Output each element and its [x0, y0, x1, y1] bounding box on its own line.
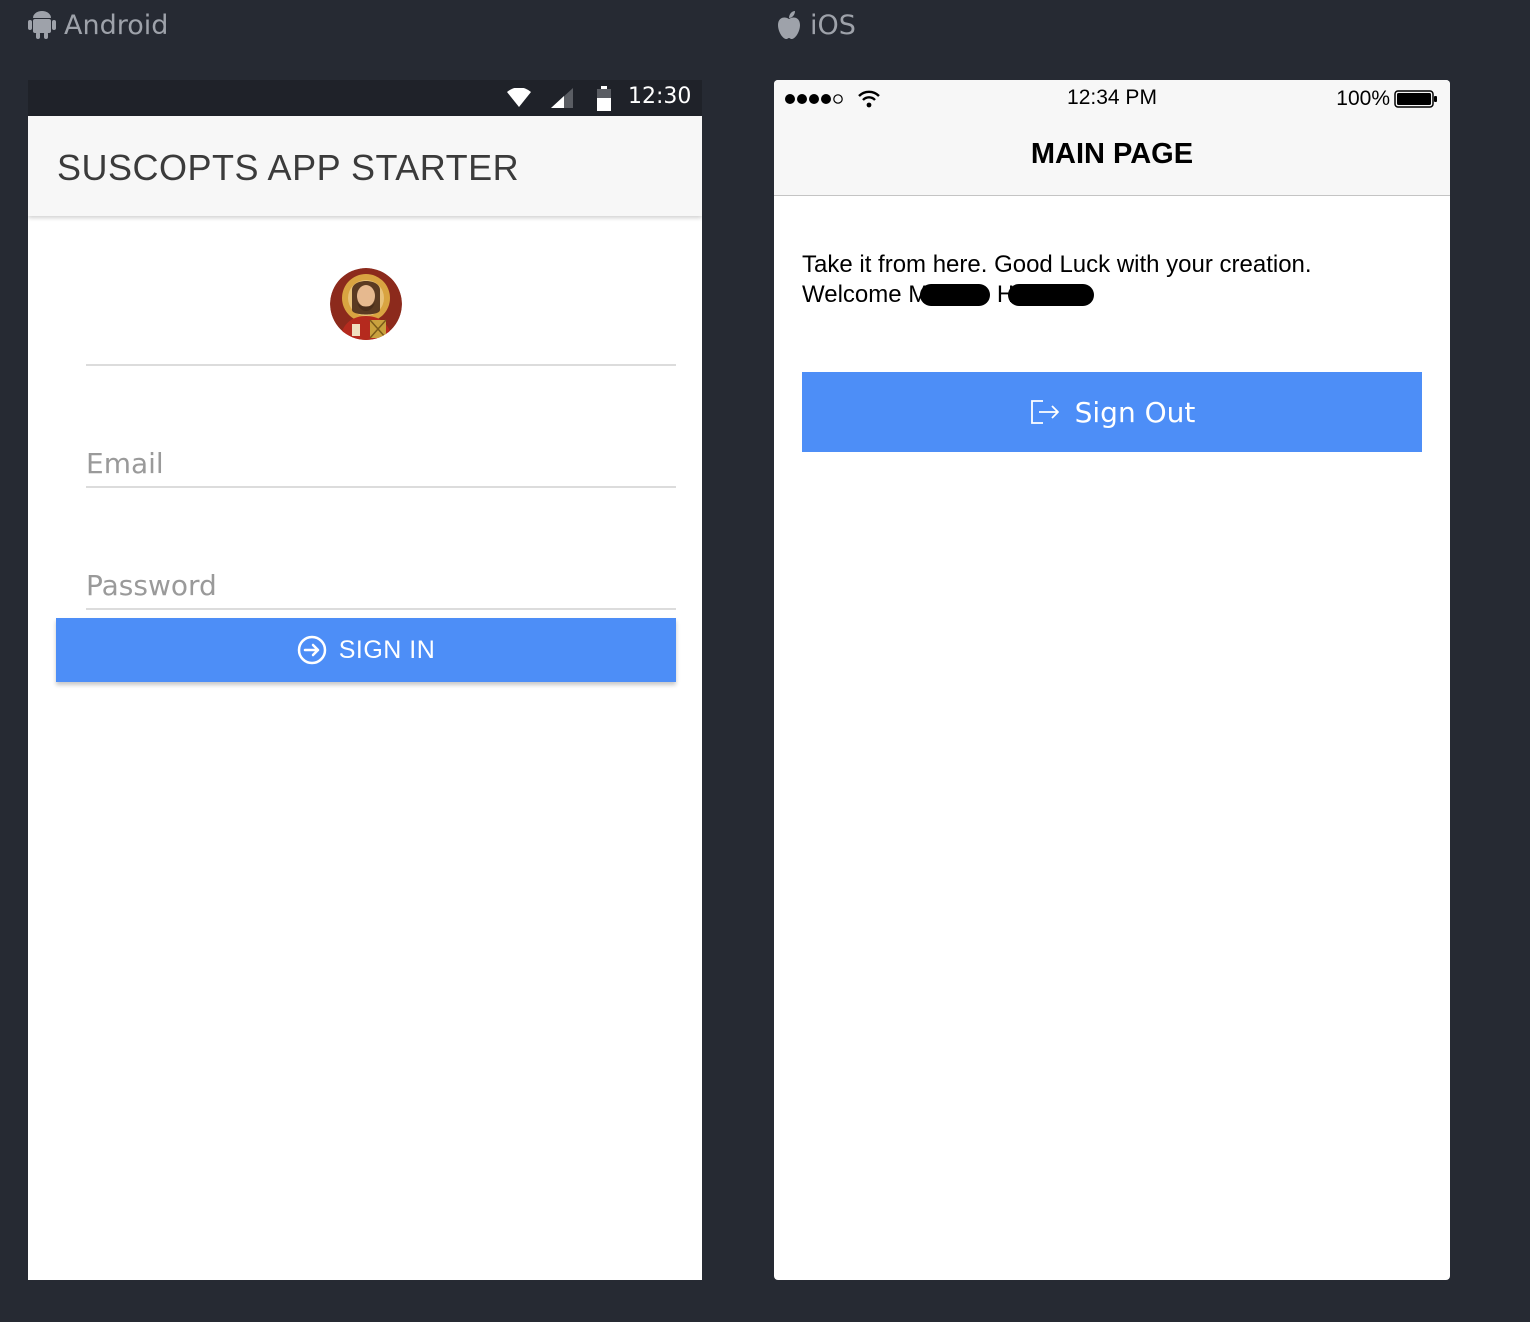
ios-label-text: iOS: [810, 9, 856, 41]
android-icon: [28, 11, 56, 39]
sign-out-label: Sign Out: [1074, 395, 1196, 429]
navbar-title: MAIN PAGE: [1030, 138, 1194, 170]
sign-out-icon: [1030, 400, 1059, 424]
message-line: Take it from here. Good Luck with your c…: [802, 251, 1312, 278]
android-toolbar: SUSCOPTS APP STARTER: [28, 116, 702, 216]
email-field-container: [86, 426, 676, 488]
android-platform-label: Android: [28, 8, 168, 42]
wifi-icon: [507, 88, 531, 107]
apple-icon: [778, 11, 800, 39]
android-label-text: Android: [64, 9, 169, 41]
android-device-screen: 12:30 SUSCOPTS APP STARTER SIGN IN: [28, 80, 702, 1280]
sign-in-icon: [297, 635, 326, 665]
email-input[interactable]: [86, 447, 676, 480]
password-input[interactable]: [86, 569, 676, 602]
cell-signal-icon: [551, 88, 573, 108]
password-field-container: [86, 548, 676, 610]
battery-icon: [597, 86, 611, 111]
app-logo-avatar: [330, 268, 402, 340]
ios-device-screen: 12:34 PM 100% MAIN PAGE Take it from her…: [774, 80, 1450, 1280]
sign-in-label: SIGN IN: [338, 635, 436, 664]
welcome-message: Take it from here. Good Luck with your c…: [802, 250, 1312, 310]
battery-percentage: 100%: [1336, 87, 1390, 110]
avatar-divider: [86, 364, 676, 366]
battery-icon: [1394, 90, 1437, 108]
sign-out-button[interactable]: Sign Out: [802, 372, 1422, 452]
redaction-mark: [920, 284, 991, 306]
ios-platform-label: iOS: [776, 8, 856, 42]
android-status-time: 12:30: [628, 84, 692, 109]
welcome-line: Welcome M H: [802, 280, 1312, 310]
welcome-prefix: Welcome M: [802, 281, 929, 308]
sign-in-button[interactable]: SIGN IN: [56, 618, 676, 682]
ios-navbar: 12:34 PM 100% MAIN PAGE: [774, 80, 1450, 196]
redaction-mark: [1008, 284, 1095, 306]
android-status-bar: 12:30: [28, 80, 702, 116]
icon-portrait-image: [330, 268, 402, 340]
toolbar-title: SUSCOPTS APP STARTER: [57, 147, 520, 188]
